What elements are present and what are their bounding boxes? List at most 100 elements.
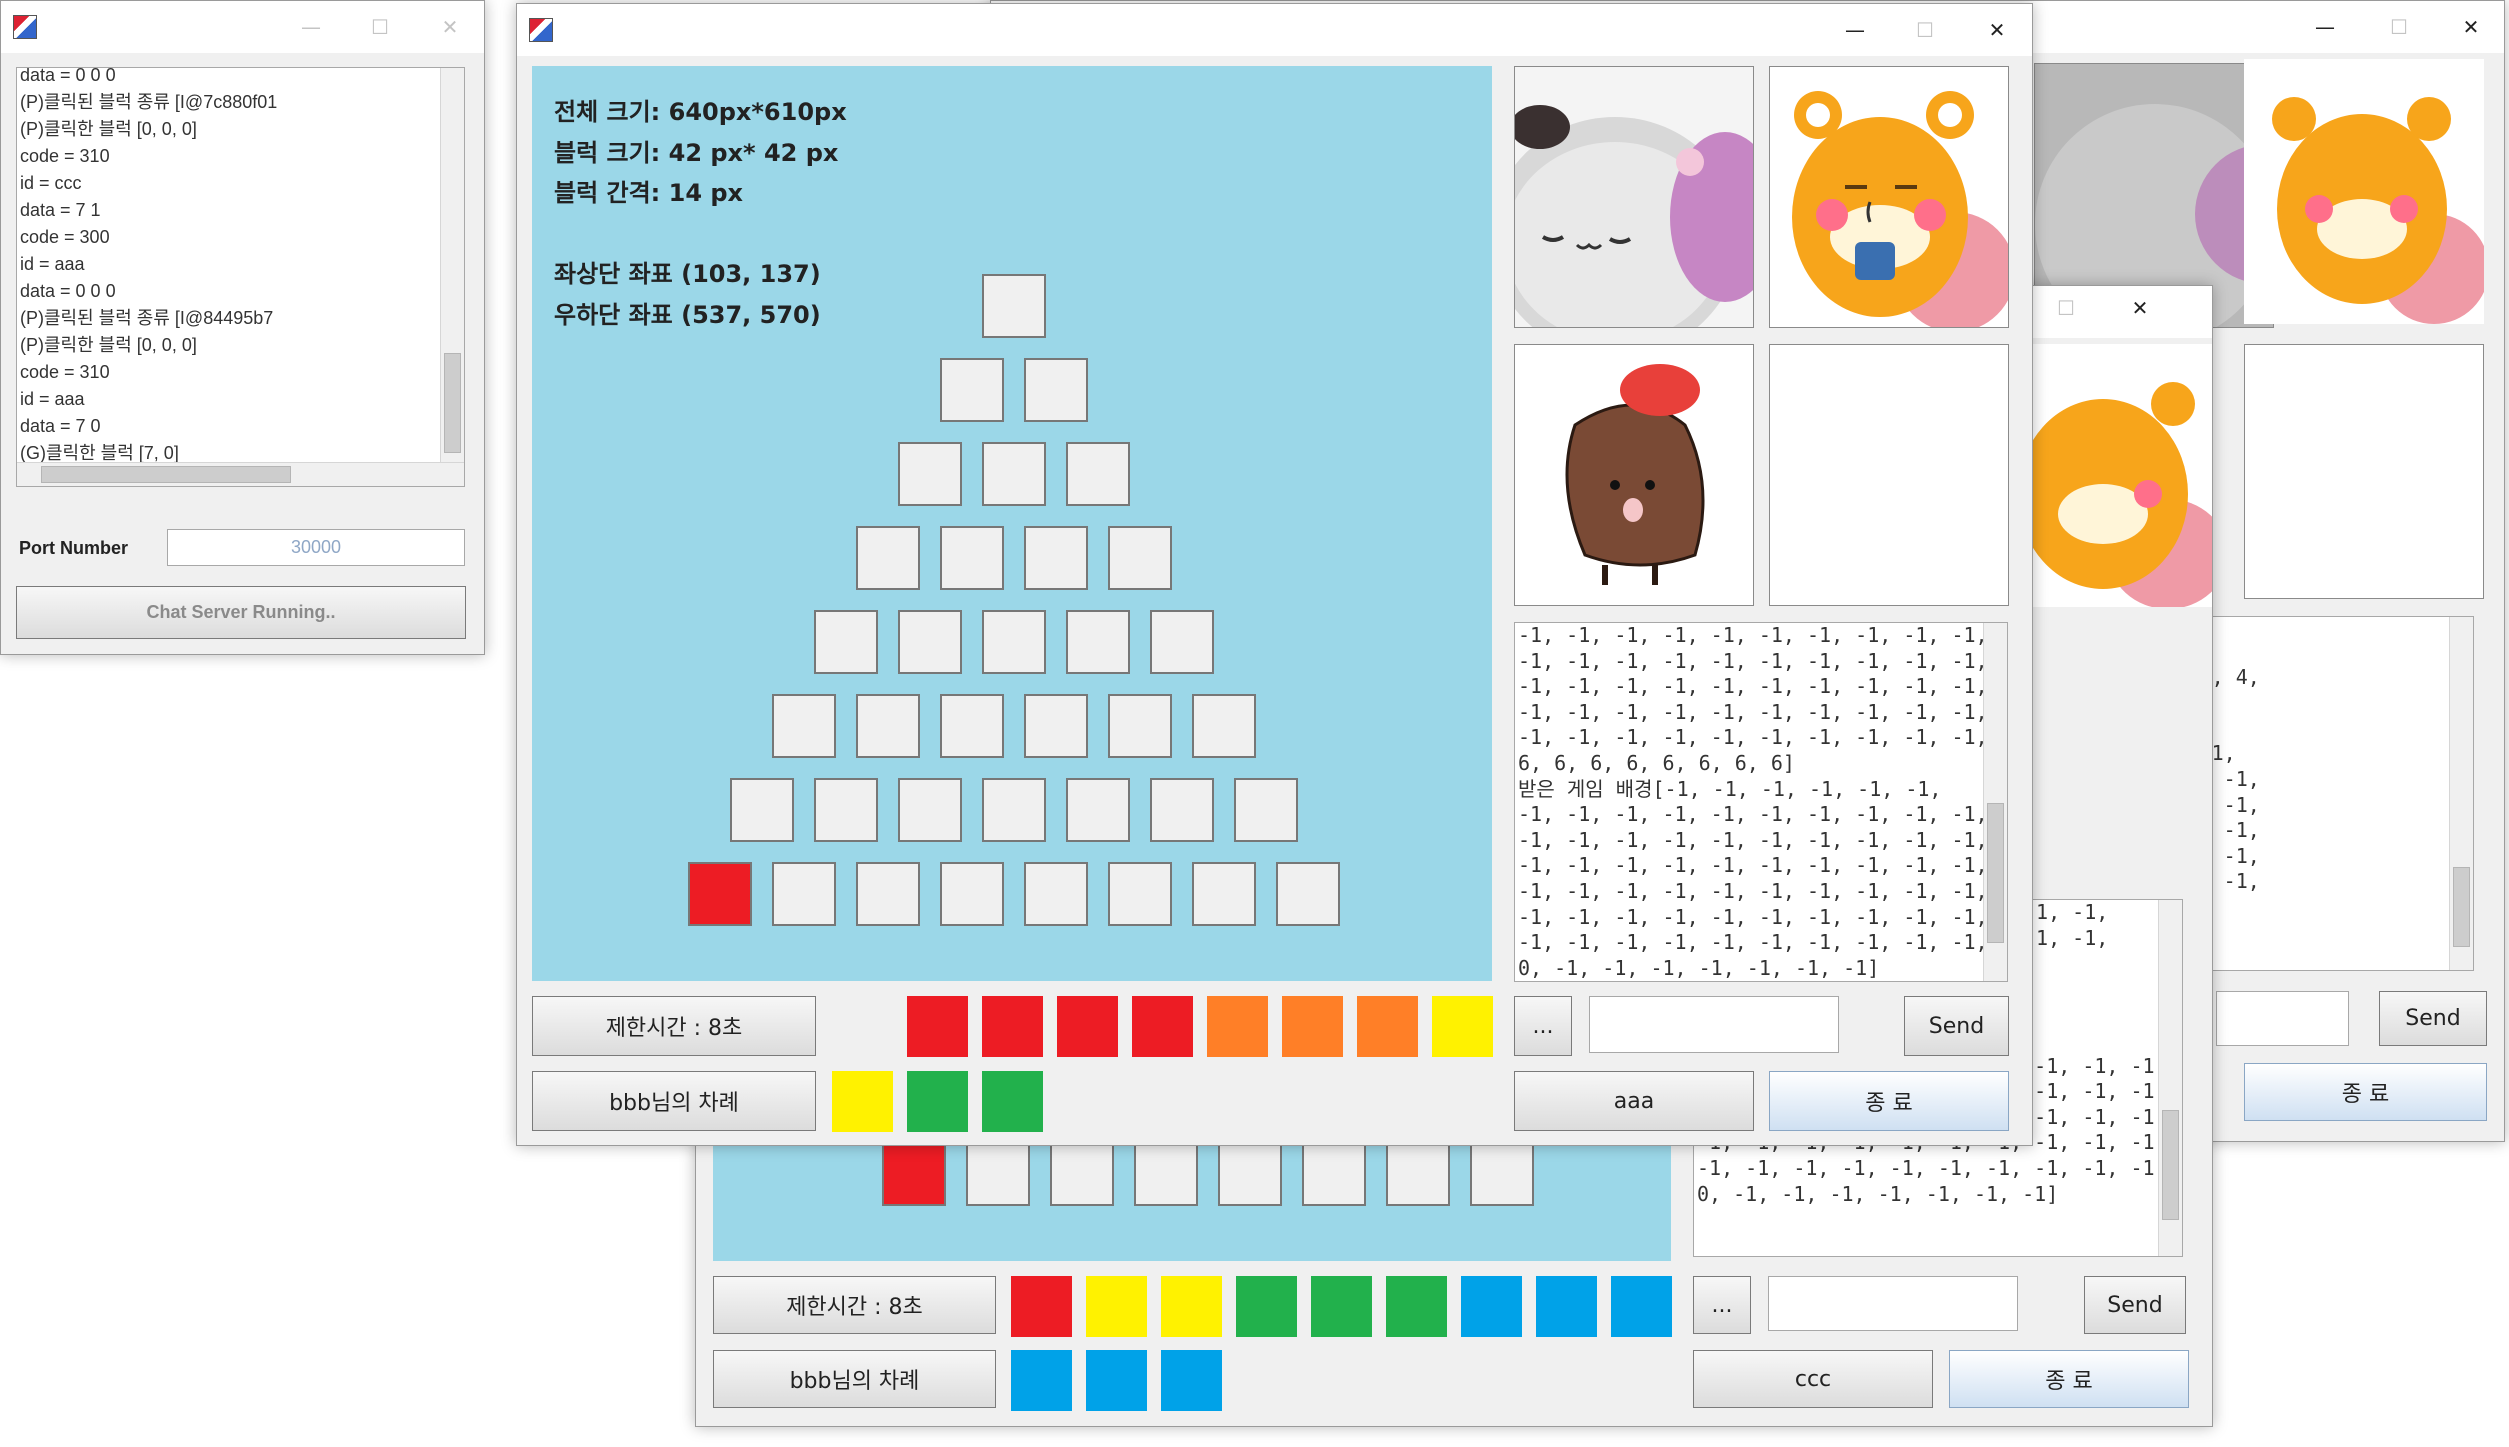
block[interactable] xyxy=(856,694,920,758)
color-chip xyxy=(1357,996,1418,1057)
block[interactable] xyxy=(856,526,920,590)
block[interactable] xyxy=(1108,694,1172,758)
chat-input[interactable] xyxy=(1589,996,1839,1053)
maximize-button[interactable]: ☐ xyxy=(1889,4,1961,56)
title-bar: — ☐ ✕ xyxy=(517,4,2032,56)
chat-scrollbar[interactable] xyxy=(1983,623,2007,981)
maximize-button[interactable]: ☐ xyxy=(2030,286,2102,334)
game-board: 전체 크기: 640px*610px 블럭 크기: 42 px* 42 px 블… xyxy=(532,66,1492,981)
block[interactable] xyxy=(1150,778,1214,842)
block[interactable] xyxy=(1470,1142,1534,1206)
color-chip xyxy=(1011,1276,1072,1337)
block[interactable] xyxy=(1150,610,1214,674)
chat-scrollbar[interactable] xyxy=(2449,617,2473,970)
log-line: id = aaa xyxy=(20,254,85,274)
block[interactable] xyxy=(1024,526,1088,590)
ellipsis-button[interactable]: ... xyxy=(1514,996,1572,1056)
color-chip xyxy=(1086,1276,1147,1337)
maximize-button[interactable]: ☐ xyxy=(344,1,416,53)
block[interactable] xyxy=(898,778,962,842)
block[interactable] xyxy=(982,610,1046,674)
quit-button[interactable]: 종 료 xyxy=(1949,1350,2189,1408)
block[interactable] xyxy=(1234,778,1298,842)
info-top-left: 좌상단 좌표 (103, 137) xyxy=(554,260,821,288)
block[interactable] xyxy=(730,778,794,842)
minimize-button[interactable]: — xyxy=(275,1,347,53)
block[interactable] xyxy=(940,694,1004,758)
block[interactable] xyxy=(940,862,1004,926)
close-button[interactable]: ✕ xyxy=(1961,4,2032,56)
chat-line: -1, -1, -1, -1, -1, -1, -1, -1, -1, -1, xyxy=(1518,904,1988,929)
log-line: data = 7 0 xyxy=(20,416,101,436)
panda-sticker-icon xyxy=(1515,67,1753,327)
port-input[interactable]: 30000 xyxy=(167,529,465,566)
color-chip xyxy=(1161,1276,1222,1337)
log-line: (P)클릭된 블럭 종류 [I@84495b7 xyxy=(20,308,274,328)
tiger-sticker-icon xyxy=(2033,382,2212,607)
log-vertical-scrollbar[interactable] xyxy=(440,68,464,462)
block[interactable] xyxy=(1134,1142,1198,1206)
chat-line: 0, -1, -1, -1, -1, -1, -1, -1] xyxy=(1697,1181,2059,1206)
character-slot-2 xyxy=(2244,59,2484,324)
maximize-button[interactable]: ☐ xyxy=(2363,1,2435,53)
block[interactable] xyxy=(814,778,878,842)
block[interactable] xyxy=(898,442,962,506)
block[interactable] xyxy=(772,862,836,926)
block[interactable] xyxy=(1108,526,1172,590)
send-button[interactable]: Send xyxy=(1904,996,2009,1056)
close-button[interactable]: ✕ xyxy=(414,1,484,53)
info-bottom-right: 우하단 좌표 (537, 570) xyxy=(554,301,821,329)
block[interactable] xyxy=(940,526,1004,590)
block[interactable] xyxy=(1050,1142,1114,1206)
block[interactable] xyxy=(940,358,1004,422)
java-app-icon xyxy=(529,18,553,42)
block[interactable] xyxy=(1386,1142,1450,1206)
block[interactable] xyxy=(1192,694,1256,758)
time-limit-label: 제한시간 : 8초 xyxy=(532,996,816,1056)
block[interactable] xyxy=(966,1142,1030,1206)
quit-button[interactable]: 종 료 xyxy=(2244,1063,2487,1121)
chat-input[interactable] xyxy=(1768,1276,2018,1331)
color-chip xyxy=(832,1071,893,1132)
block[interactable] xyxy=(898,610,962,674)
color-chip xyxy=(1207,996,1268,1057)
character-slot-4 xyxy=(2244,344,2484,599)
block[interactable] xyxy=(1218,1142,1282,1206)
block[interactable] xyxy=(1302,1142,1366,1206)
server-status-button[interactable]: Chat Server Running.. xyxy=(16,586,466,639)
chat-input[interactable] xyxy=(2216,991,2349,1046)
send-button[interactable]: Send xyxy=(2084,1276,2186,1334)
quit-button[interactable]: 종 료 xyxy=(1769,1071,2009,1131)
ellipsis-button[interactable]: ... xyxy=(1693,1276,1751,1334)
send-button[interactable]: Send xyxy=(2379,991,2487,1046)
block[interactable] xyxy=(882,1142,946,1206)
info-block-gap: 블럭 간격: 14 px xyxy=(554,179,744,207)
block[interactable] xyxy=(1024,358,1088,422)
close-button[interactable]: ✕ xyxy=(2104,286,2176,334)
title-bar: — ☐ ✕ xyxy=(1,1,484,53)
block[interactable] xyxy=(1066,610,1130,674)
block[interactable] xyxy=(1108,862,1172,926)
block[interactable] xyxy=(1192,862,1256,926)
block[interactable] xyxy=(688,862,752,926)
block[interactable] xyxy=(814,610,878,674)
chat-scrollbar[interactable] xyxy=(2158,900,2182,1256)
log-horizontal-scrollbar[interactable] xyxy=(17,462,464,486)
block[interactable] xyxy=(1024,862,1088,926)
block[interactable] xyxy=(982,778,1046,842)
block[interactable] xyxy=(856,862,920,926)
close-button[interactable]: ✕ xyxy=(2435,1,2504,53)
block[interactable] xyxy=(982,274,1046,338)
time-limit-label: 제한시간 : 8초 xyxy=(713,1276,996,1334)
color-chip xyxy=(1011,1350,1072,1411)
block[interactable] xyxy=(1066,442,1130,506)
block[interactable] xyxy=(1024,694,1088,758)
character-slot-1 xyxy=(1514,66,1754,328)
color-chip xyxy=(1432,996,1493,1057)
minimize-button[interactable]: — xyxy=(1819,4,1891,56)
block[interactable] xyxy=(1276,862,1340,926)
block[interactable] xyxy=(982,442,1046,506)
block[interactable] xyxy=(1066,778,1130,842)
minimize-button[interactable]: — xyxy=(2289,1,2361,53)
block[interactable] xyxy=(772,694,836,758)
